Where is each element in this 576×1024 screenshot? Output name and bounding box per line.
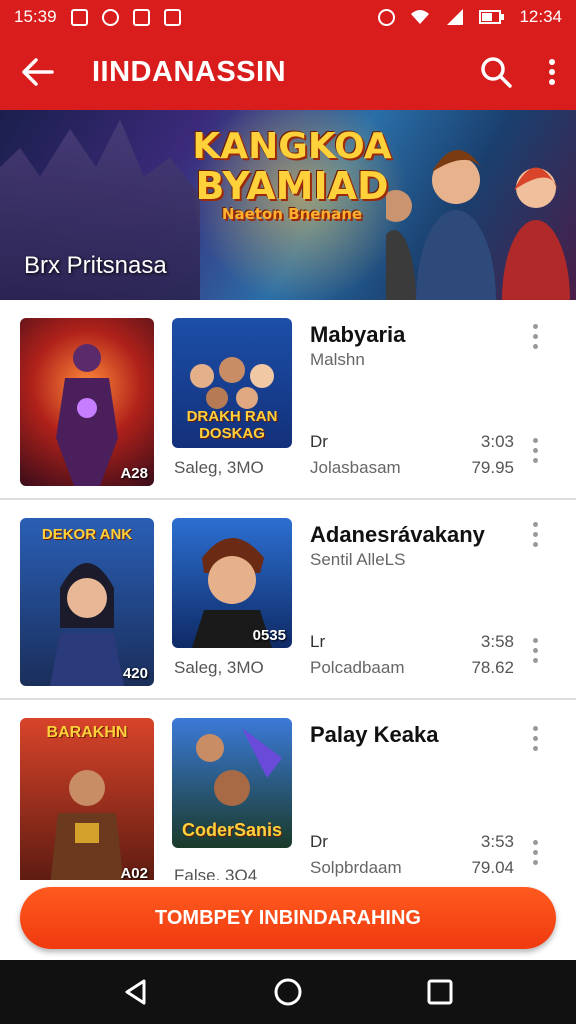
item-duration: 3:53: [480, 832, 514, 851]
item-developer: Solpbrdaam: [310, 858, 402, 877]
featured-banner[interactable]: KANGKOA BYAMIAD Naeton Bnenane Brx Prits…: [0, 110, 576, 300]
gallery-icon: [132, 8, 150, 26]
game-thumbnail[interactable]: DRAKH RAN DOSKAG: [172, 318, 292, 448]
item-subtitle: Sentil AlleLS: [310, 550, 406, 569]
item-price: 79.04: [471, 858, 514, 877]
item-label: Dr: [310, 832, 328, 851]
item-developer: Polcadbaam: [310, 658, 405, 677]
game-list: A28 DRAKH RAN DOSKAG Saleg, 3MO Mabyaria…: [0, 300, 576, 880]
banner-logo: KANGKOA BYAMIAD Naeton Bnenane: [192, 128, 392, 223]
nav-recents-button[interactable]: [426, 978, 454, 1006]
item-title: Mabyaria: [310, 322, 406, 347]
more-vert-icon: [549, 59, 555, 85]
alarm-icon: [378, 8, 396, 26]
item-meta: Saleg, 3MO: [174, 658, 264, 677]
circle-home-icon: [274, 978, 302, 1006]
item-menu-button[interactable]: [530, 638, 540, 663]
banner-logo-line2: BYAMIAD: [195, 164, 389, 208]
banner-heroes-art: [386, 149, 570, 300]
item-subtitle: Malshn: [310, 350, 365, 369]
search-button[interactable]: [480, 56, 512, 88]
item-title: Palay Keaka: [310, 722, 439, 747]
item-meta: Saleg, 3MO: [174, 458, 264, 477]
status-time: 15:39: [14, 7, 57, 26]
item-label: Dr: [310, 432, 328, 451]
list-item[interactable]: BARAKHN A02 CoderSanis False, 3O4 Palay …: [0, 700, 576, 880]
notification-icon: [70, 8, 88, 26]
item-price: 78.62: [471, 658, 514, 677]
page-title: IINDANASSIN: [92, 55, 287, 88]
thumbnail-title: CoderSanis: [181, 820, 283, 840]
overflow-menu-button[interactable]: [548, 58, 556, 86]
status-bar: 15:39 12:34: [0, 0, 576, 34]
sync-icon: [101, 8, 119, 26]
item-duration: 3:58: [480, 632, 514, 651]
thumbnail-tag: A28: [120, 465, 148, 482]
item-menu-button[interactable]: [530, 324, 540, 349]
list-item[interactable]: DEKOR ANK 420 0535 Saleg, 3MO Adanesráva…: [0, 500, 576, 700]
game-thumbnail[interactable]: BARAKHN A02: [20, 718, 154, 880]
list-item[interactable]: A28 DRAKH RAN DOSKAG Saleg, 3MO Mabyaria…: [0, 300, 576, 500]
banner-caption: Brx Pritsnasa: [24, 252, 167, 279]
thumbnail-title: DRAKH RAN DOSKAG: [186, 408, 278, 442]
signal-icon: [447, 9, 464, 25]
thumbnail-title: DEKOR ANK: [41, 526, 133, 543]
triangle-back-icon: [125, 979, 146, 1005]
nav-home-button[interactable]: [273, 977, 303, 1007]
warrior-art: [56, 344, 118, 486]
armored-hero-art: [50, 770, 124, 880]
item-menu-button[interactable]: [530, 438, 540, 463]
item-duration: 3:03: [480, 432, 514, 451]
primary-action-button[interactable]: TOMBPEY INBINDARAHING: [20, 887, 556, 949]
item-price: 79.95: [471, 458, 514, 477]
game-thumbnail[interactable]: DEKOR ANK 420: [20, 518, 154, 686]
arrow-left-icon: [22, 58, 54, 86]
status-clock: 12:34: [519, 7, 562, 26]
system-nav-bar: [0, 960, 576, 1024]
item-title: Adanesrávakany: [310, 522, 485, 547]
game-thumbnail[interactable]: 0535: [172, 518, 292, 648]
item-menu-button[interactable]: [530, 726, 540, 751]
game-thumbnail[interactable]: A28: [20, 318, 154, 486]
thumbnail-tag: A02: [120, 865, 148, 880]
banner-logo-line3: Naeton Bnenane: [221, 205, 363, 223]
square-recents-icon: [427, 979, 453, 1005]
back-button[interactable]: [20, 57, 54, 87]
item-menu-button[interactable]: [530, 840, 540, 865]
thumbnail-tag: 420: [122, 665, 148, 682]
heroine-art: [50, 563, 124, 686]
game-thumbnail[interactable]: CoderSanis: [172, 718, 292, 848]
search-icon: [481, 57, 512, 88]
item-meta: False, 3O4: [174, 866, 258, 880]
nav-back-button[interactable]: [122, 978, 150, 1006]
item-developer: Jolasbasam: [310, 458, 401, 477]
banner-logo-line1: KANGKOA: [192, 126, 392, 167]
battery-icon: [479, 10, 505, 24]
thumbnail-tag: 0535: [252, 627, 286, 644]
item-menu-button[interactable]: [530, 522, 540, 547]
thumbnail-title: BARAKHN: [46, 724, 128, 741]
wifi-icon: [411, 10, 430, 24]
item-label: Lr: [310, 632, 326, 651]
download-icon: [163, 8, 181, 26]
app-bar: IINDANASSIN: [0, 34, 576, 110]
